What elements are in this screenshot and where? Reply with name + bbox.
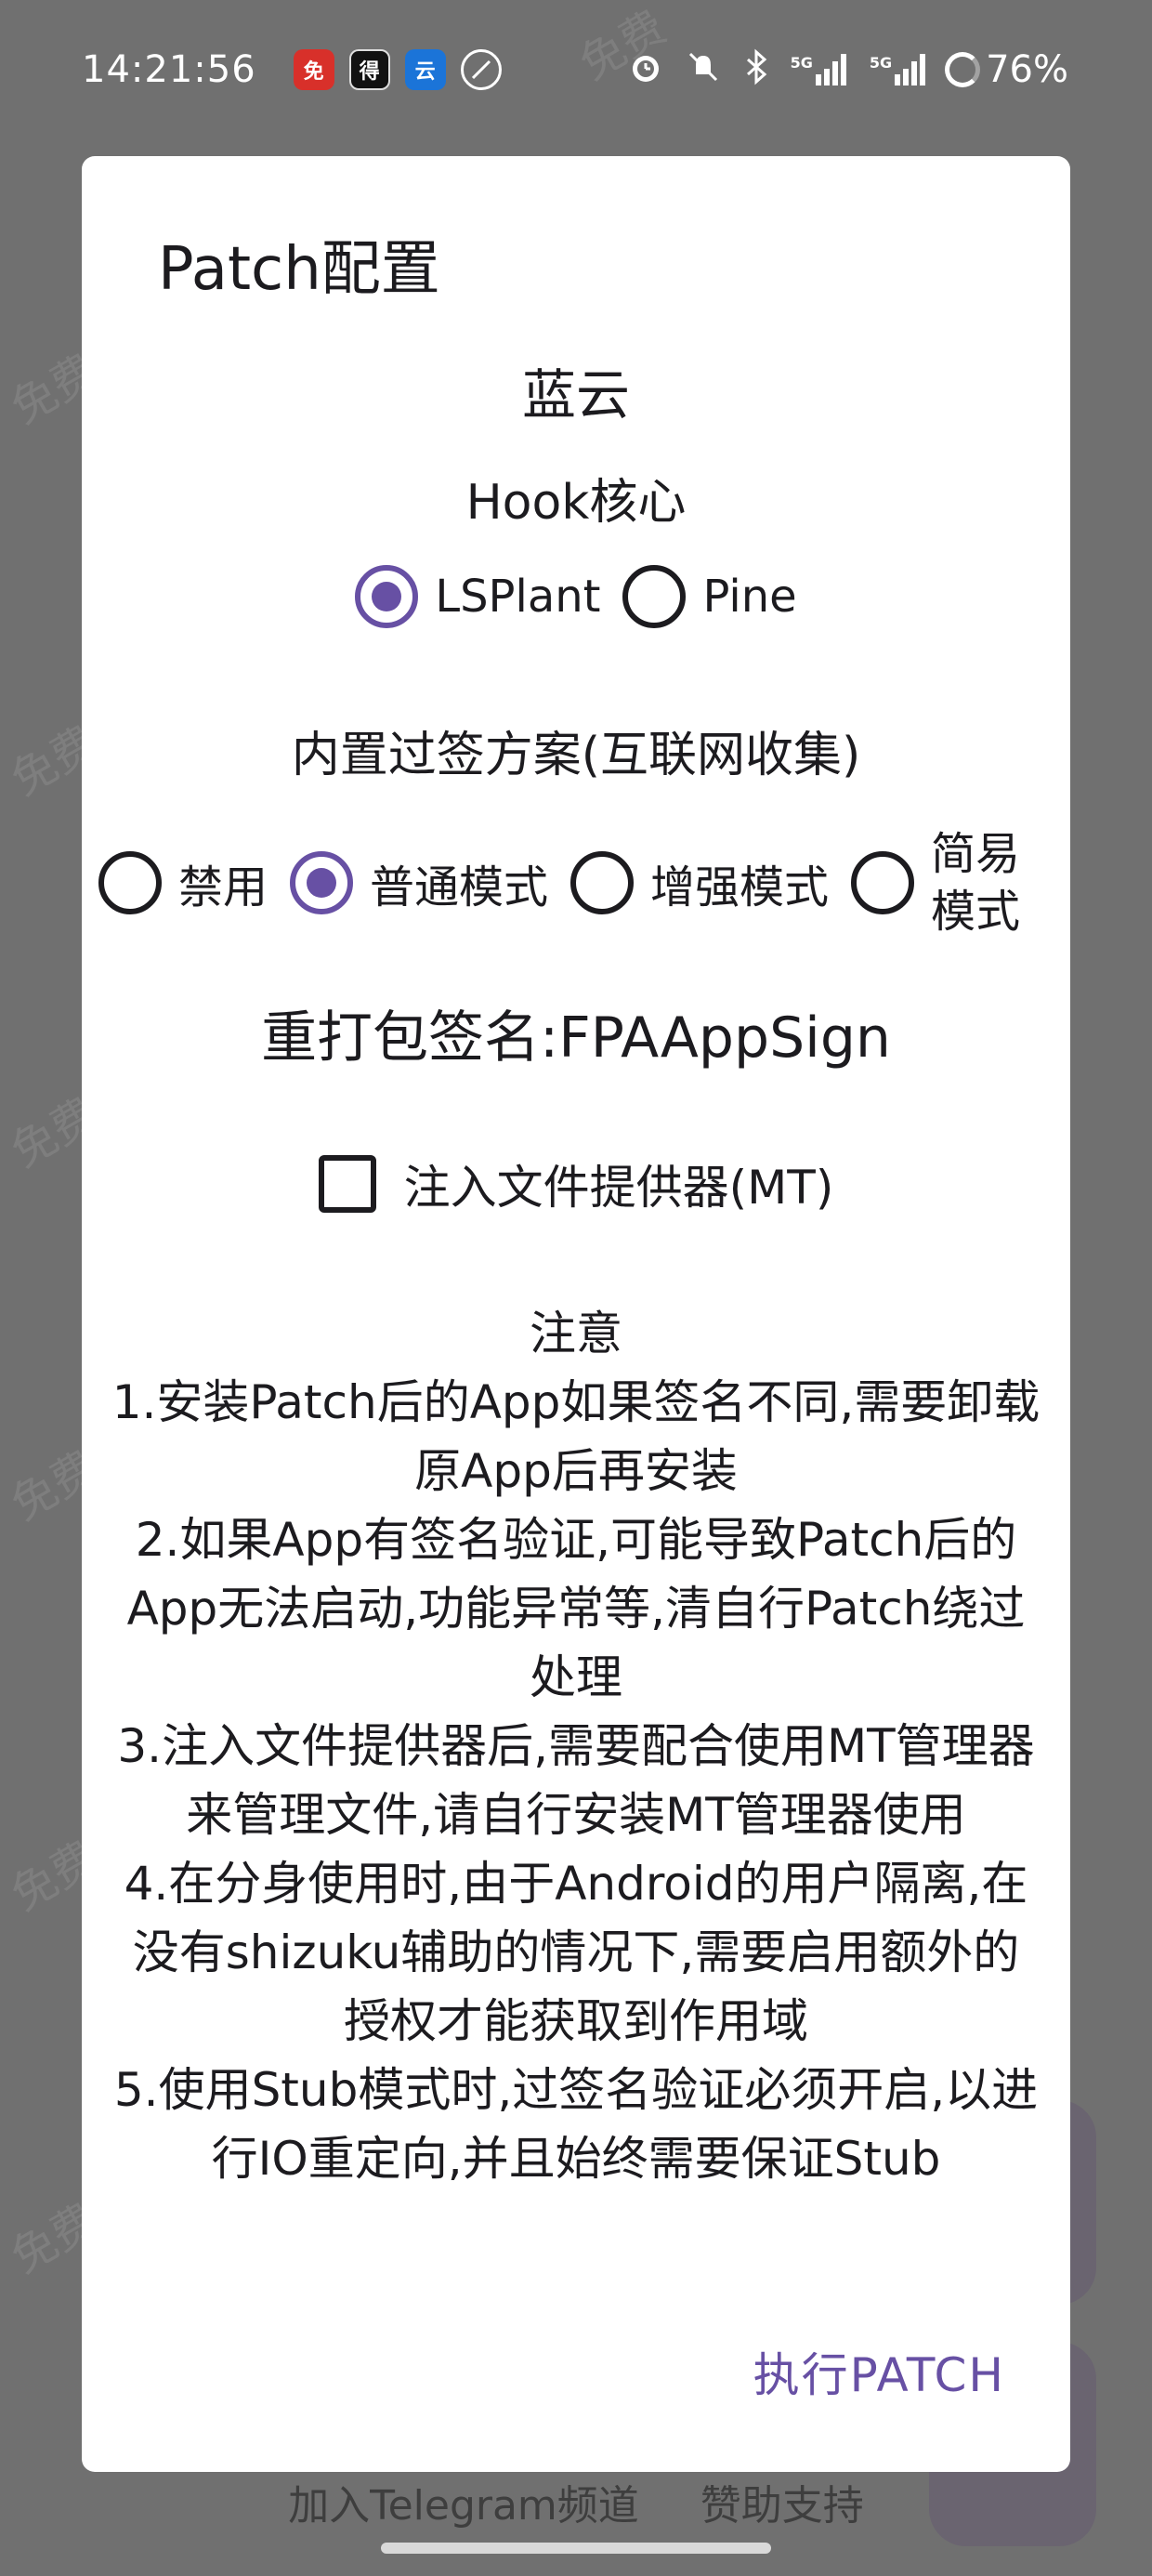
signal-icon: 5G	[870, 54, 928, 85]
alarm-icon	[627, 48, 664, 91]
note-item: 5.使用Stub模式时,过签名验证必须开启,以进行IO重定向,并且始终需要保证S…	[113, 2063, 1039, 2186]
radio-label: 简易模式	[931, 828, 1021, 938]
status-right: 5G 5G 76%	[607, 48, 1068, 91]
dialog-title: Patch配置	[158, 235, 440, 304]
radio-button[interactable]	[98, 851, 162, 914]
radio-label: 增强模式	[650, 861, 830, 913]
battery-icon	[945, 52, 981, 87]
radio-button[interactable]	[622, 565, 687, 628]
status-time: 14:21:56	[82, 48, 256, 91]
network-type-label: 5G	[790, 54, 813, 72]
radio-simple-mode[interactable]: 简易模式	[851, 825, 1024, 940]
black-app-icon: 得	[348, 49, 390, 90]
radio-button[interactable]	[851, 851, 915, 914]
radio-button-checked[interactable]	[290, 851, 354, 914]
radio-enhanced-mode[interactable]: 增强模式	[570, 850, 829, 915]
app-name: 蓝云	[521, 363, 630, 427]
cloud-app-icon: 云	[404, 49, 446, 90]
hook-core-radio-group: LSPlant Pine	[82, 565, 1070, 628]
radio-label: 普通模式	[370, 861, 549, 913]
circle-slash-icon	[460, 49, 502, 90]
inject-provider-checkbox-row[interactable]: 注入文件提供器(MT)	[82, 1150, 1070, 1217]
battery-percent: 76%	[986, 48, 1068, 91]
signal-icon: 5G	[791, 54, 849, 85]
background-links: 加入Telegram频道 赞助支持	[0, 2472, 1152, 2531]
status-bar: 14:21:56 免 得 云 5G 5G 76%	[0, 0, 1152, 139]
navigation-handle[interactable]	[381, 2543, 771, 2554]
note-item: 1.安装Patch后的App如果签名不同,需要卸载原App后再安装	[111, 1375, 1041, 1498]
radio-button[interactable]	[570, 851, 635, 914]
network-type-label: 5G	[869, 54, 893, 72]
note-item: 2.如果App有签名验证,可能导致Patch后的App无法启动,功能异常等,清自…	[126, 1513, 1026, 1704]
sponsor-link[interactable]: 赞助支持	[700, 2482, 864, 2530]
radio-disabled[interactable]: 禁用	[98, 850, 268, 915]
note-item: 4.在分身使用时,由于Android的用户隔离,在没有shizuku辅助的情况下…	[124, 1857, 1028, 2048]
resign-signature-label: 重打包签名:FPAAppSign	[261, 1005, 891, 1071]
telegram-link[interactable]: 加入Telegram频道	[288, 2482, 639, 2530]
patch-config-dialog: Patch配置 蓝云 Hook核心 LSPlant Pine 内置过签方案(互联…	[82, 156, 1070, 2472]
sign-scheme-radio-group: 禁用 普通模式 增强模式 简易模式	[82, 825, 1070, 940]
radio-normal-mode[interactable]: 普通模式	[290, 850, 548, 915]
execute-patch-button[interactable]: 执行PATCH	[753, 2338, 1005, 2405]
hook-core-label: Hook核心	[465, 475, 687, 531]
radio-label: Pine	[702, 571, 797, 623]
mute-icon	[685, 48, 722, 91]
notes-text: 注意 1.安装Patch后的App如果签名不同,需要卸载原App后再安装 2.如…	[110, 1299, 1042, 2414]
bluetooth-icon	[742, 48, 770, 91]
status-left: 14:21:56 免 得 云	[82, 48, 517, 91]
inject-provider-label: 注入文件提供器(MT)	[403, 1161, 834, 1215]
notes-title: 注意	[530, 1307, 622, 1360]
radio-pine[interactable]: Pine	[622, 565, 797, 628]
sign-scheme-label: 内置过签方案(互联网收集)	[291, 728, 861, 783]
radio-label: LSPlant	[435, 571, 601, 623]
radio-button-checked[interactable]	[355, 565, 419, 628]
note-item: 3.注入文件提供器后,需要配合使用MT管理器来管理文件,请自行安装MT管理器使用	[117, 1719, 1035, 1842]
inject-provider-checkbox[interactable]	[318, 1155, 376, 1213]
red-app-icon: 免	[293, 49, 334, 90]
radio-lsplant[interactable]: LSPlant	[355, 565, 600, 628]
radio-label: 禁用	[178, 861, 268, 913]
